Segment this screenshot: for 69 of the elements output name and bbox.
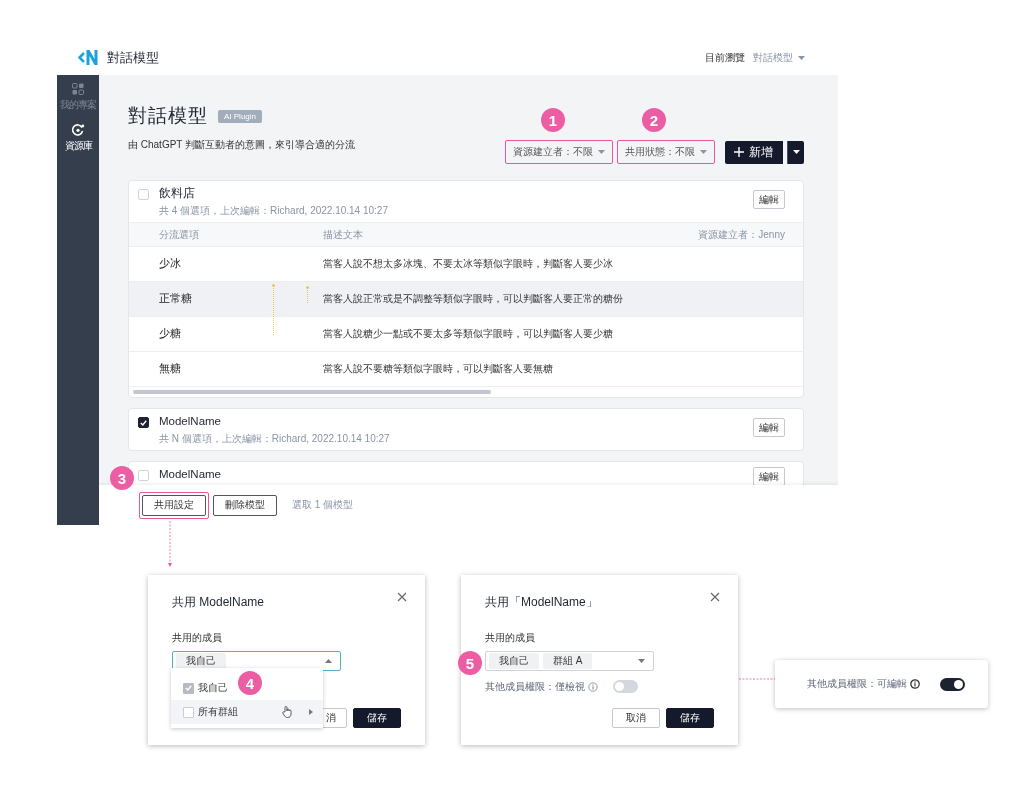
column-header: 分流選項 — [159, 227, 199, 242]
member-chip: 我自己 — [489, 653, 539, 669]
member-chip: 群組 A — [543, 653, 593, 669]
table-cell: 當客人說糖少一點或不要太多等類似字眼時，可以判斷客人要少糖 — [323, 327, 613, 341]
model-meta: 共 N 個選項，上次編輯：Richard, 2022.10.14 10:27 — [159, 432, 390, 445]
filter-dropdown[interactable]: 共用狀態：不限 — [617, 140, 715, 164]
connector-arrow — [167, 521, 173, 567]
page-subtitle: 由 ChatGPT 判斷互動者的意圖，來引導合適的分流 — [128, 138, 356, 152]
model-name: 飲料店 — [159, 186, 196, 201]
table-cell: 當客人說不要糖等類似字眼時，可以判斷客人要無糖 — [323, 362, 553, 376]
caret-icon — [792, 150, 800, 154]
caret-icon — [638, 659, 645, 663]
submenu-caret-icon — [309, 709, 313, 715]
logo-icon — [78, 49, 100, 66]
step-marker: 5 — [458, 651, 482, 675]
field-label: 共用的成員 — [485, 631, 536, 645]
table-cell: 當客人說正常或是不調整等類似字眼時，可以判斷客人要正常的糖份 — [323, 292, 623, 306]
table-cell: 正常糖 — [159, 292, 192, 306]
grid-icon — [72, 83, 84, 95]
table-cell: 少糖 — [159, 327, 181, 341]
cancel-button[interactable]: 取消 — [612, 708, 660, 728]
dialog-title: 共用 ModelName — [172, 594, 265, 611]
dropdown-button[interactable] — [787, 140, 804, 164]
caret-icon — [325, 659, 332, 663]
model-meta: 共 4 個選項，上次編輯：Richard, 2022.10.14 10:27 — [159, 204, 388, 217]
edit-button[interactable]: 編輯 — [753, 418, 785, 437]
toggle-switch[interactable] — [940, 677, 965, 691]
selection-status: 選取 1 個模型 — [292, 498, 354, 512]
creator-label: 資源建立者：Jenny — [698, 227, 785, 242]
filter-dropdown[interactable]: 資源建立者：不限 — [505, 140, 613, 164]
caret-icon — [700, 150, 707, 154]
permission-label: 其他成員權限：僅檢視 — [485, 679, 585, 694]
guide-line — [306, 286, 309, 303]
member-chip: 我自己 — [176, 653, 226, 669]
close-icon[interactable] — [710, 592, 720, 602]
breadcrumb-label: 目前瀏覽 — [705, 50, 745, 65]
app-title: 對話模型 — [107, 48, 159, 67]
column-header: 描述文本 — [323, 227, 363, 242]
hand-cursor-icon — [282, 706, 293, 718]
permission-label: 其他成員權限：可編輯 — [807, 677, 907, 691]
model-name: ModelName — [159, 467, 221, 482]
checkbox[interactable] — [138, 417, 149, 428]
table-cell: 當客人說不想太多冰塊、不要太冰等類似字眼時，判斷客人要少冰 — [323, 257, 613, 271]
toggle-switch[interactable] — [613, 680, 638, 693]
info-icon — [910, 679, 920, 689]
edit-button[interactable]: 編輯 — [753, 190, 785, 209]
plugin-tag: AI Plugin — [218, 109, 263, 123]
field-label: 共用的成員 — [172, 631, 223, 645]
table-cell: 無糖 — [159, 362, 181, 376]
table-cell: 少冰 — [159, 257, 181, 271]
scrollbar[interactable] — [133, 390, 491, 394]
dialog-title: 共用「ModelName」 — [485, 594, 598, 611]
circular-arrow-icon — [71, 124, 85, 136]
guide-line — [272, 284, 275, 336]
save-button[interactable]: 儲存 — [666, 708, 714, 728]
close-icon[interactable] — [397, 592, 407, 602]
save-button[interactable]: 儲存 — [353, 708, 401, 728]
sidebar-item[interactable]: 資源庫 — [64, 124, 92, 153]
edit-button[interactable]: 編輯 — [753, 467, 785, 485]
plus-icon — [734, 147, 744, 157]
caret-icon — [798, 55, 805, 60]
add-button[interactable]: 新增 — [725, 140, 783, 164]
page-title: 對話模型 — [128, 104, 208, 128]
member-select[interactable]: 我自己 群組 A — [485, 651, 654, 671]
bulk-action-button[interactable]: 共用設定 — [139, 491, 209, 519]
menu-item[interactable]: 所有群組 — [171, 700, 323, 724]
info-icon — [588, 681, 598, 692]
caret-icon — [598, 150, 605, 154]
model-name: ModelName — [159, 414, 222, 429]
